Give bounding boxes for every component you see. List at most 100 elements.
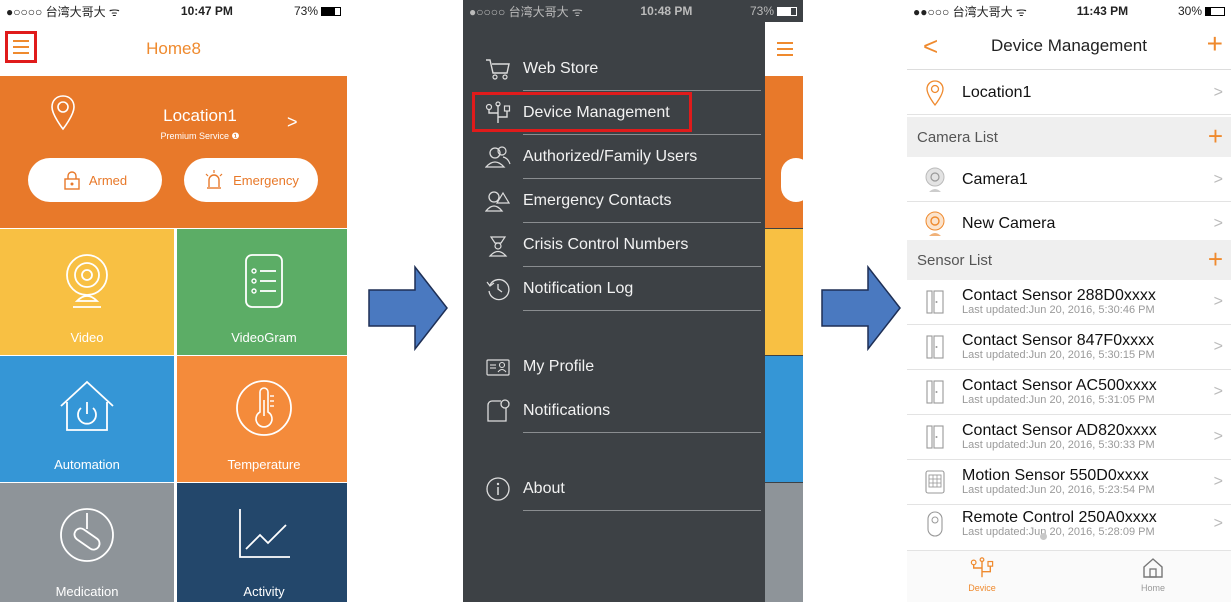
contact-sensor-icon: [925, 335, 944, 359]
menu-item-notifications[interactable]: Notifications: [473, 389, 761, 433]
page-title: Home8: [146, 39, 201, 58]
emergency-contact-icon: [485, 191, 511, 212]
camera-icon: [66, 254, 108, 308]
tile-videogram[interactable]: VideoGram: [177, 229, 347, 355]
highlight-box: [472, 92, 692, 132]
camera-icon: [925, 167, 944, 192]
sensor-name: Contact Sensor AD820xxxx: [962, 422, 1157, 439]
chevron-right-icon: >: [287, 112, 298, 132]
tile-label: Video: [70, 330, 104, 345]
location-pin-icon: [51, 95, 75, 131]
status-bar: ●●○○○ 台湾大哥大 ᯤ 11:43 PM 30%: [907, 0, 1231, 22]
status-bar: ●○○○○ 台湾大哥大 ᯤ 10:48 PM 73%: [463, 0, 803, 22]
carrier-label: ●●○○○ 台湾大哥大 ᯤ: [913, 4, 1027, 19]
battery-indicator: 30%: [1178, 4, 1225, 18]
sensor-name: Contact Sensor 847F0xxxx: [962, 332, 1155, 349]
tile-label: Automation: [54, 457, 120, 472]
menu-item-label: Crisis Control Numbers: [523, 236, 689, 253]
tile-medication[interactable]: Medication: [0, 483, 174, 602]
clock: 11:43 PM: [1076, 4, 1129, 18]
home-screen-peek[interactable]: [765, 22, 803, 602]
sensor-updated: Last updated:Jun 20, 2016, 5:30:46 PM: [962, 304, 1155, 316]
tab-home[interactable]: Home: [1113, 555, 1193, 593]
crisis-icon: [488, 236, 508, 257]
sensor-row[interactable]: Contact Sensor 288D0xxxx Last updated:Jun…: [907, 280, 1231, 325]
sensor-row[interactable]: Motion Sensor 550D0xxxx Last updated:Jun …: [907, 460, 1231, 505]
cart-icon: [486, 59, 510, 80]
camera-row[interactable]: Camera1 >: [907, 158, 1231, 202]
menu-item-my-profile[interactable]: My Profile: [473, 345, 761, 389]
menu-item-web-store[interactable]: Web Store: [473, 47, 761, 91]
menu-item-authorized-users[interactable]: Authorized/Family Users: [473, 135, 761, 179]
chevron-right-icon: >: [1213, 383, 1223, 400]
add-button[interactable]: +: [1207, 28, 1223, 60]
battery-label: 73%: [749, 4, 774, 18]
notification-icon: [487, 399, 510, 422]
chevron-right-icon: >: [1213, 83, 1223, 101]
tab-device[interactable]: Device: [942, 555, 1022, 593]
sensor-updated: Last updated:Jun 20, 2016, 5:30:15 PM: [962, 349, 1155, 361]
add-sensor-button[interactable]: +: [1208, 244, 1223, 275]
tab-bar: Device Home: [907, 550, 1231, 602]
menu-item-label: Emergency Contacts: [523, 192, 672, 209]
premium-service-label: Premium Service ❶: [160, 131, 240, 141]
page-title: Device Management: [991, 35, 1147, 55]
sensor-row[interactable]: Contact Sensor AD820xxxx Last updated:Jun…: [907, 415, 1231, 460]
armed-button[interactable]: Armed: [28, 158, 162, 202]
chevron-right-icon: >: [1213, 515, 1223, 532]
thermometer-icon: [236, 380, 292, 436]
menu-item-label: Notifications: [523, 402, 611, 419]
hamburger-icon[interactable]: [777, 42, 793, 44]
menu-item-label: My Profile: [523, 358, 595, 375]
add-camera-button[interactable]: +: [1208, 121, 1223, 152]
device-management-screen: ●●○○○ 台湾大哥大 ᯤ 11:43 PM 30% < Device Mana…: [907, 0, 1231, 602]
chevron-right-icon: >: [1213, 473, 1223, 490]
emergency-button[interactable]: Emergency: [184, 158, 318, 202]
battery-icon: [1205, 7, 1225, 17]
tab-label: Device: [968, 583, 996, 593]
sensor-updated: Last updated:Jun 20, 2016, 5:28:09 PM: [962, 526, 1155, 538]
contact-sensor-icon: [925, 425, 944, 449]
location-name: Location1: [962, 83, 1032, 101]
battery-label: 73%: [293, 4, 318, 18]
battery-indicator: 73%: [750, 4, 797, 18]
contact-sensor-icon: [925, 380, 944, 404]
chevron-right-icon: >: [1213, 214, 1223, 232]
contact-sensor-icon: [925, 290, 944, 314]
menu-item-label: About: [523, 480, 565, 497]
list-document-icon: [245, 254, 283, 308]
back-button[interactable]: <: [923, 31, 938, 62]
home-screen: ●○○○○ 台湾大哥大 ᯤ 10:47 PM 73% Home8 Locatio…: [0, 0, 347, 602]
nav-bar: < Device Management +: [907, 22, 1231, 70]
device-icon: [970, 557, 994, 578]
carrier-label: ●○○○○ 台湾大哥大 ᯤ: [6, 4, 120, 19]
menu-item-label: Authorized/Family Users: [523, 148, 698, 165]
remote-control-icon: [926, 511, 943, 537]
tile-label: VideoGram: [231, 330, 297, 345]
camera-name: Camera1: [962, 170, 1028, 188]
sensor-row[interactable]: Contact Sensor AC500xxxx Last updated:Jun…: [907, 370, 1231, 415]
menu-item-emergency-contacts[interactable]: Emergency Contacts: [473, 179, 761, 223]
menu-item-crisis-control[interactable]: Crisis Control Numbers: [473, 223, 761, 267]
location-panel[interactable]: Location1 Premium Service ❶ > Armed Emer…: [0, 76, 347, 228]
sensor-updated: Last updated:Jun 20, 2016, 5:23:54 PM: [962, 484, 1155, 496]
sensor-name: Motion Sensor 550D0xxxx: [962, 467, 1149, 484]
tile-temperature[interactable]: Temperature: [177, 356, 347, 482]
menu-item-label: Notification Log: [523, 280, 634, 297]
sensor-row[interactable]: Remote Control 250A0xxxx Last updated:Jun…: [907, 505, 1231, 543]
info-icon: [486, 477, 510, 501]
line-graph-icon: [239, 509, 290, 558]
page-indicator: [1040, 533, 1047, 540]
chevron-right-icon: >: [1213, 338, 1223, 355]
tile-video[interactable]: Video: [0, 229, 174, 355]
chevron-right-icon: >: [1213, 428, 1223, 445]
tile-activity[interactable]: Activity: [177, 483, 347, 602]
sensor-row[interactable]: Contact Sensor 847F0xxxx Last updated:Jun…: [907, 325, 1231, 370]
sensor-updated: Last updated:Jun 20, 2016, 5:31:05 PM: [962, 394, 1155, 406]
location-row[interactable]: Location1 >: [907, 71, 1231, 115]
section-title: Camera List: [917, 128, 998, 146]
tile-automation[interactable]: Automation: [0, 356, 174, 482]
menu-item-notification-log[interactable]: Notification Log: [473, 267, 761, 311]
menu-item-about[interactable]: About: [473, 467, 761, 511]
menu-button[interactable]: [5, 31, 37, 63]
